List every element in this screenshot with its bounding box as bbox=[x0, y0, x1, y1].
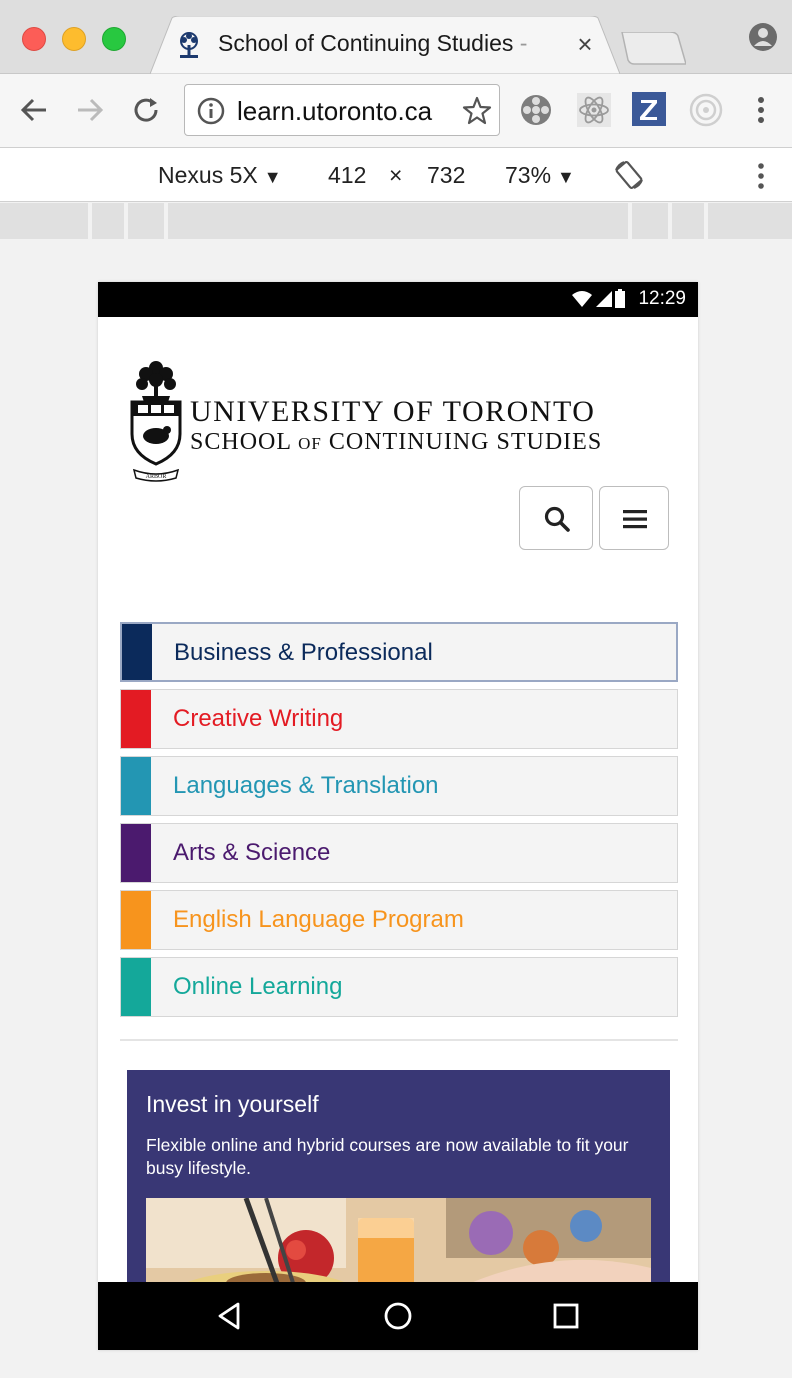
category-business-professional[interactable]: Business & Professional bbox=[120, 622, 678, 682]
film-reel-icon[interactable] bbox=[518, 92, 554, 128]
android-home-icon[interactable] bbox=[380, 1298, 416, 1334]
new-tab-button[interactable] bbox=[620, 32, 686, 66]
browser-toolbar: learn.utoronto.ca bbox=[0, 74, 792, 148]
caret-down-icon: ▼ bbox=[263, 167, 282, 187]
media-query-segment[interactable] bbox=[92, 203, 124, 239]
device-viewport: 12:29 ARBOR UNIVERSITY OF TORONTO SCHOOL… bbox=[98, 282, 698, 1350]
android-back-icon[interactable] bbox=[212, 1298, 248, 1334]
zoom-select[interactable]: 73% ▼ bbox=[505, 162, 575, 189]
category-languages-translation[interactable]: Languages & Translation bbox=[120, 756, 678, 816]
back-arrow-icon[interactable] bbox=[16, 92, 52, 128]
url-text[interactable]: learn.utoronto.ca bbox=[237, 96, 432, 127]
react-atom-icon[interactable] bbox=[576, 92, 612, 128]
more-vertical-icon[interactable] bbox=[746, 92, 776, 128]
target-icon[interactable] bbox=[688, 92, 724, 128]
browser-tab-bar: School of Continuing Studies - × bbox=[0, 0, 792, 74]
category-label: Languages & Translation bbox=[173, 772, 439, 799]
uoft-crest-icon[interactable]: ARBOR bbox=[124, 358, 188, 482]
battery-icon bbox=[615, 289, 625, 308]
media-query-segment[interactable] bbox=[128, 203, 164, 239]
android-status-bar: 12:29 bbox=[98, 282, 698, 317]
tab-title: School of Continuing Studies - bbox=[218, 30, 528, 56]
category-color-bar bbox=[122, 624, 152, 680]
device-width-input[interactable]: 412 bbox=[328, 162, 366, 189]
device-toolbar: Nexus 5X ▼ 412 × 732 73% ▼ bbox=[0, 148, 792, 202]
media-query-segment[interactable] bbox=[672, 203, 704, 239]
promo-text: Flexible online and hybrid courses are n… bbox=[146, 1135, 629, 1178]
tab-close-icon[interactable]: × bbox=[574, 29, 596, 60]
category-label: Business & Professional bbox=[174, 639, 433, 666]
category-online-learning[interactable]: Online Learning bbox=[120, 957, 678, 1017]
uoft-tree-icon bbox=[180, 32, 198, 58]
device-height-input[interactable]: 732 bbox=[427, 162, 465, 189]
svg-text:ARBOR: ARBOR bbox=[146, 474, 167, 480]
android-recents-icon[interactable] bbox=[548, 1298, 584, 1334]
search-button[interactable] bbox=[519, 486, 593, 550]
rotate-device-icon[interactable] bbox=[612, 158, 646, 192]
promo-title: Invest in yourself bbox=[146, 1091, 319, 1117]
info-icon[interactable] bbox=[197, 97, 225, 125]
category-color-bar bbox=[121, 958, 151, 1016]
zoom-window-button[interactable] bbox=[102, 27, 126, 51]
media-query-segment[interactable] bbox=[708, 203, 792, 239]
signal-icon bbox=[572, 291, 612, 307]
android-nav-bar bbox=[98, 1282, 698, 1350]
media-query-segment[interactable] bbox=[0, 203, 88, 239]
device-select[interactable]: Nexus 5X ▼ bbox=[158, 162, 282, 189]
category-english-language-program[interactable]: English Language Program bbox=[120, 890, 678, 950]
reload-icon[interactable] bbox=[128, 92, 164, 128]
category-label: English Language Program bbox=[173, 906, 464, 933]
category-creative-writing[interactable]: Creative Writing bbox=[120, 689, 678, 749]
category-arts-science[interactable]: Arts & Science bbox=[120, 823, 678, 883]
section-divider bbox=[120, 1039, 678, 1041]
status-time: 12:29 bbox=[638, 288, 686, 309]
address-bar[interactable]: learn.utoronto.ca bbox=[184, 84, 500, 136]
forward-arrow-icon[interactable] bbox=[72, 92, 108, 128]
category-label: Arts & Science bbox=[173, 839, 331, 866]
logo-title[interactable]: UNIVERSITY OF TORONTO bbox=[190, 395, 595, 429]
media-query-segment[interactable] bbox=[632, 203, 668, 239]
tab-active[interactable]: School of Continuing Studies - × bbox=[150, 16, 620, 74]
category-label: Online Learning bbox=[173, 973, 343, 1000]
hamburger-menu-icon bbox=[623, 510, 647, 529]
media-query-segment[interactable] bbox=[168, 203, 628, 239]
more-vertical-icon[interactable] bbox=[748, 160, 774, 192]
logo-subtitle[interactable]: SCHOOL OF CONTINUING STUDIES bbox=[190, 429, 602, 456]
category-color-bar bbox=[121, 757, 151, 815]
dimension-separator: × bbox=[389, 162, 403, 188]
bookmark-star-icon[interactable] bbox=[461, 95, 493, 127]
category-label: Creative Writing bbox=[173, 705, 344, 732]
minimize-window-button[interactable] bbox=[62, 27, 86, 51]
media-query-bar bbox=[0, 203, 792, 239]
menu-button[interactable] bbox=[599, 486, 669, 550]
search-icon bbox=[544, 506, 570, 532]
profile-icon[interactable] bbox=[748, 22, 778, 52]
category-color-bar bbox=[121, 690, 151, 748]
category-color-bar bbox=[121, 891, 151, 949]
caret-down-icon: ▼ bbox=[557, 167, 575, 187]
z-icon[interactable] bbox=[632, 92, 668, 128]
close-window-button[interactable] bbox=[22, 27, 46, 51]
category-color-bar bbox=[121, 824, 151, 882]
